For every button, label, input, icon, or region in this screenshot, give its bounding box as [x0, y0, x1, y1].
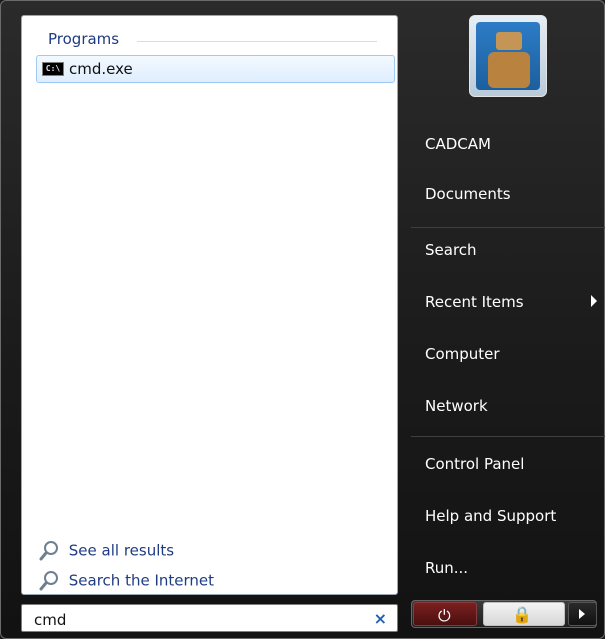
- search-icon: [38, 540, 60, 562]
- cmd-icon: C:\: [42, 62, 64, 76]
- search-internet-link[interactable]: Search the Internet: [38, 570, 214, 592]
- programs-group-title: Programs: [48, 30, 120, 48]
- right-item-recent-items[interactable]: Recent Items: [425, 293, 524, 311]
- power-button[interactable]: ⏻: [413, 602, 477, 626]
- close-icon[interactable]: ×: [374, 609, 387, 628]
- right-item-documents[interactable]: Documents: [425, 185, 511, 203]
- search-box: ×: [21, 604, 398, 632]
- cmd-icon-text: C:\: [45, 64, 61, 73]
- start-menu: Programs C:\ cmd.exe See all results Sea…: [0, 0, 605, 639]
- search-internet-label: Search the Internet: [68, 571, 215, 590]
- see-all-results-link[interactable]: See all results: [38, 540, 174, 562]
- right-item-control-panel[interactable]: Control Panel: [425, 455, 524, 473]
- avatar[interactable]: [469, 15, 547, 97]
- program-item-cmd[interactable]: C:\ cmd.exe: [36, 55, 395, 83]
- lock-button[interactable]: 🔒: [483, 602, 565, 626]
- right-item-search[interactable]: Search: [425, 241, 477, 259]
- chevron-right-icon: [591, 295, 597, 307]
- right-item-help-support[interactable]: Help and Support: [425, 507, 556, 525]
- right-separator: [411, 227, 605, 228]
- power-icon: ⏻: [438, 606, 451, 625]
- program-label: cmd.exe: [69, 60, 133, 78]
- chevron-right-icon: [579, 609, 585, 619]
- robot-body: [488, 52, 530, 88]
- lock-icon: 🔒: [512, 605, 532, 624]
- avatar-image: [476, 22, 540, 90]
- right-item-network[interactable]: Network: [425, 397, 488, 415]
- search-icon: [38, 570, 60, 592]
- right-separator: [411, 436, 605, 437]
- right-item-computer[interactable]: Computer: [425, 345, 500, 363]
- left-panel: Programs C:\ cmd.exe See all results Sea…: [21, 15, 398, 595]
- right-item-cadcam[interactable]: CADCAM: [425, 135, 491, 153]
- right-item-run[interactable]: Run...: [425, 559, 468, 577]
- group-divider: [137, 41, 377, 42]
- more-options-button[interactable]: [568, 602, 597, 626]
- search-input[interactable]: [32, 609, 356, 631]
- see-all-results-label: See all results: [68, 541, 175, 560]
- robot-head: [496, 32, 522, 50]
